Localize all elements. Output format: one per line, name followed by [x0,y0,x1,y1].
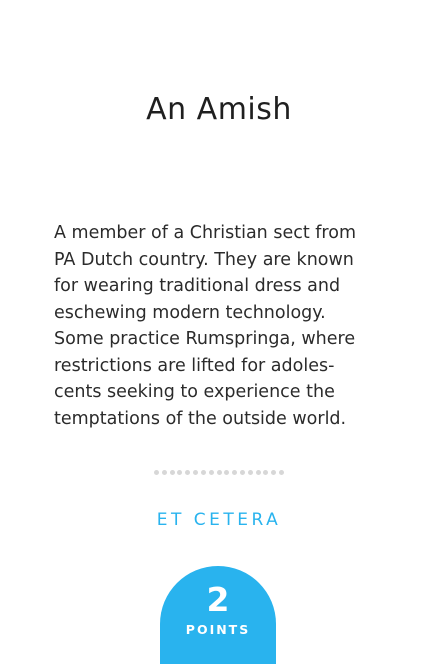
divider-dot [154,470,159,475]
divider-dot [200,470,206,475]
divider-dot [224,470,230,475]
card-title: An Amish [146,92,292,127]
divider-dot [161,470,167,475]
points-label: POINTS [185,622,251,637]
divider-dot [177,470,183,475]
divider-dot [271,470,277,475]
divider-dot [208,470,214,475]
card-description: A member of a Christian sect from PA Dut… [54,223,356,429]
divider-dot [232,470,238,475]
dotted-divider [154,470,284,476]
divider-dot [263,470,269,475]
divider-dot [255,470,261,475]
divider-dot [279,470,284,475]
divider-dot [247,470,253,475]
divider-dot [239,470,245,475]
card-category: ET CETERA [156,510,282,530]
divider-dot [216,470,222,475]
divider-dot [185,470,191,475]
game-card: An Amish A member of a Christian sect fr… [0,0,438,664]
divider-dot [193,470,199,475]
points-badge: 2 POINTS [160,566,276,664]
divider-dot [169,470,175,475]
points-value: 2 [206,580,230,619]
